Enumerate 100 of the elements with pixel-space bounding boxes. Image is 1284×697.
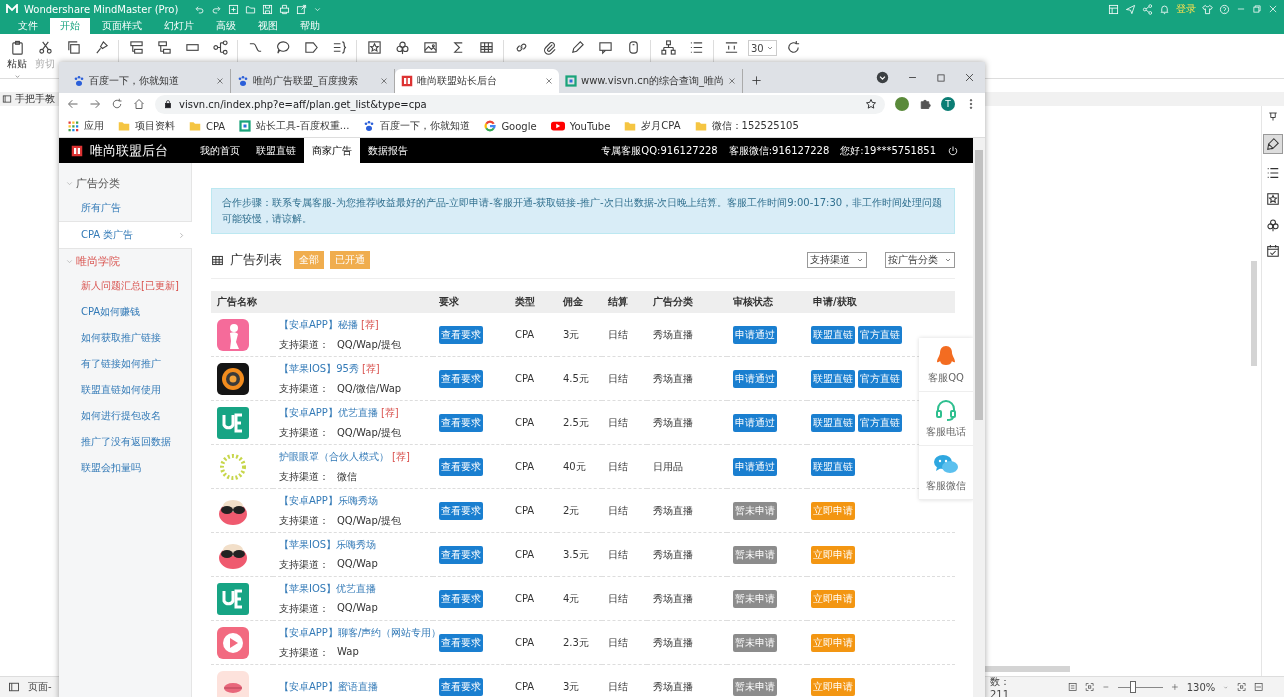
close-icon[interactable] [728, 77, 736, 85]
maximize-icon[interactable] [936, 72, 946, 83]
fullscreen-icon[interactable] [1084, 681, 1095, 693]
screen-icon[interactable] [1108, 3, 1119, 15]
bookmark[interactable]: 微信：152525105 [711, 119, 799, 133]
close-icon[interactable] [545, 77, 553, 85]
nav-tab[interactable]: 联盟直链 [248, 138, 304, 163]
close-icon[interactable] [380, 77, 388, 85]
requirements-button[interactable]: 查看要求 [439, 369, 483, 388]
star-box-icon[interactable] [366, 40, 382, 55]
speech-bubble-icon[interactable] [275, 40, 291, 55]
curve-icon[interactable] [247, 40, 263, 55]
ad-name-link[interactable]: 护眼眼罩（合伙人模式） [279, 450, 389, 462]
ad-name-link[interactable]: 【苹果IOS】95秀 [279, 362, 359, 374]
link-button[interactable]: 官方直链 [858, 369, 902, 388]
new-icon[interactable] [228, 3, 240, 15]
power-icon[interactable] [947, 144, 959, 157]
sidebar-item[interactable]: 所有广告 [59, 195, 191, 221]
requirements-button[interactable]: 查看要求 [439, 545, 483, 564]
requirements-button[interactable]: 查看要求 [439, 589, 483, 608]
scrollbar-thumb[interactable] [985, 666, 1070, 672]
bookmark[interactable]: 应用 [84, 119, 104, 133]
tab-search-icon[interactable] [876, 71, 889, 84]
topic-icon[interactable] [128, 40, 144, 55]
comment-icon[interactable] [597, 40, 613, 55]
sidebar-item[interactable]: CPA 类广告 [59, 221, 192, 249]
spinner-icon[interactable] [765, 44, 774, 52]
menu-tab[interactable]: 幻灯片 [154, 18, 204, 34]
list-icon[interactable] [1266, 166, 1280, 180]
browser-tab[interactable]: 百度一下，你就知道 [67, 69, 231, 93]
scrollbar-thumb[interactable] [1251, 261, 1257, 366]
apply-button[interactable]: 立即申请 [811, 501, 855, 520]
menu-tab[interactable]: 高级 [206, 18, 246, 34]
login-link[interactable]: 登录 [1176, 2, 1196, 16]
star-box-icon[interactable] [1266, 192, 1280, 206]
link-button[interactable]: 联盟直链 [811, 325, 855, 344]
requirements-button[interactable]: 查看要求 [439, 457, 483, 476]
apply-button[interactable]: 立即申请 [811, 677, 855, 696]
nav-tab[interactable]: 我的首页 [192, 138, 248, 163]
org-chart-icon[interactable] [660, 40, 676, 55]
refresh-icon[interactable] [786, 40, 802, 55]
highlighter-icon[interactable] [1266, 137, 1280, 151]
clover-icon[interactable] [1266, 218, 1280, 232]
ad-name-link[interactable]: 【苹果IOS】乐嗨秀场 [279, 538, 377, 550]
ad-name-link[interactable]: 【安卓APP】优艺直播 [279, 406, 378, 418]
sidebar-item[interactable]: 推广了没有返回数据 [59, 429, 191, 455]
bookmark[interactable]: 站长工具-百度权重... [256, 119, 350, 133]
nav-tab[interactable]: 商家广告 [304, 138, 360, 163]
sidebar-item[interactable]: 新人问题汇总[已更新] [59, 273, 191, 299]
support-label[interactable]: 客服QQ [928, 371, 964, 385]
apply-button[interactable]: 立即申请 [811, 633, 855, 652]
close-icon[interactable] [216, 77, 224, 85]
bookmark[interactable]: 百度一下，你就知道 [380, 119, 471, 133]
clipboard-icon[interactable] [9, 40, 25, 55]
bookmark[interactable]: CPA [206, 120, 226, 132]
apply-button[interactable]: 立即申请 [811, 545, 855, 564]
sidebar-item[interactable]: 如何获取推广链接 [59, 325, 191, 351]
panel-icon[interactable] [8, 681, 20, 693]
profile-avatar[interactable]: T [941, 97, 955, 111]
export-icon[interactable] [296, 3, 308, 15]
link-button[interactable]: 联盟直链 [811, 369, 855, 388]
menu-tab[interactable]: 帮助 [290, 18, 330, 34]
sidebar-item[interactable]: CPA如何赚钱 [59, 299, 191, 325]
ad-name-link[interactable]: 【安卓APP】乐嗨秀场 [279, 494, 378, 506]
apply-button[interactable]: 立即申请 [811, 589, 855, 608]
close-icon[interactable] [964, 72, 975, 83]
globe-icon[interactable] [895, 97, 909, 111]
list-icon[interactable] [688, 40, 704, 55]
spacing-icon[interactable] [723, 40, 739, 55]
ad-name-link[interactable]: 【苹果IOS】优艺直播 [279, 582, 377, 594]
requirements-button[interactable]: 查看要求 [439, 677, 483, 696]
menu-tab[interactable]: 开始 [50, 18, 90, 34]
sidebar-item[interactable]: 联盟直链如何使用 [59, 377, 191, 403]
link-button[interactable]: 联盟直链 [811, 413, 855, 432]
browser-tab[interactable]: www.visvn.cn的综合查询_唯尚 [559, 69, 743, 93]
requirements-button[interactable]: 查看要求 [439, 501, 483, 520]
pen-icon[interactable] [569, 40, 585, 55]
bookmark[interactable]: 岁月CPA [641, 119, 681, 133]
address-bar[interactable]: visvn.cn/index.php?e=aff/plan.get_list&type=cpa [155, 94, 885, 114]
link-button[interactable]: 联盟直链 [811, 457, 855, 476]
clover-icon[interactable] [394, 40, 410, 55]
bookmark-star-icon[interactable] [865, 98, 877, 110]
scissors-icon[interactable] [37, 40, 53, 55]
paperclip-icon[interactable] [541, 40, 557, 55]
puzzle-icon[interactable] [919, 98, 931, 110]
save-icon[interactable] [262, 3, 274, 15]
subtopic-icon[interactable] [156, 40, 172, 55]
table-icon[interactable] [478, 40, 494, 55]
bookmark[interactable]: 项目资料 [135, 119, 175, 133]
collapse-icon[interactable] [1254, 681, 1264, 693]
print-icon[interactable] [279, 3, 291, 15]
sidebar-item[interactable]: 联盟会扣量吗 [59, 455, 191, 481]
ad-name-link[interactable]: 【安卓APP】蜜语直播 [279, 680, 378, 692]
new-tab-icon[interactable] [751, 75, 762, 86]
fit-page-icon[interactable] [1067, 681, 1077, 693]
pin-icon[interactable] [1267, 110, 1279, 122]
sidebar-group[interactable]: 广告分类 [76, 175, 120, 191]
ad-name-link[interactable]: 【安卓APP】秘播 [279, 318, 358, 330]
bookmark[interactable]: YouTube [569, 120, 611, 132]
slider-thumb[interactable] [1129, 681, 1136, 693]
